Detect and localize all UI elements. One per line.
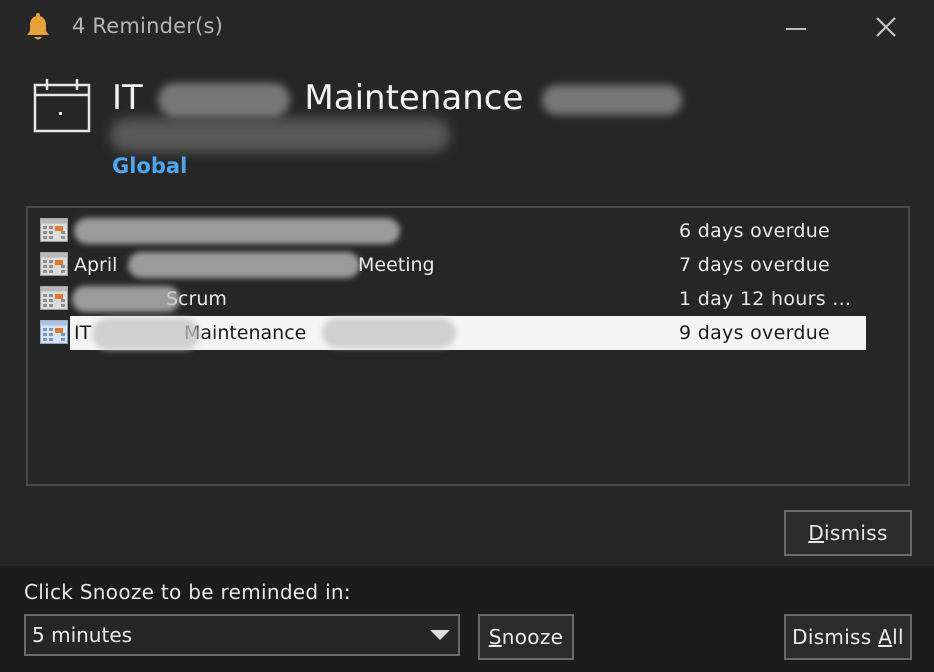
list-item[interactable]: 6 days overdue bbox=[38, 214, 864, 248]
calendar-icon bbox=[33, 79, 91, 133]
redacted-start-time bbox=[110, 118, 450, 152]
due-text: 6 days overdue bbox=[679, 220, 831, 242]
subject-prefix: April bbox=[74, 254, 118, 276]
snooze-button[interactable]: Snooze bbox=[478, 614, 574, 660]
reminder-location: Global bbox=[112, 154, 188, 178]
reminder-list[interactable]: 6 days overdue April Meeting 7 days over… bbox=[26, 206, 910, 486]
appointment-icon bbox=[40, 218, 68, 242]
list-item-selected[interactable]: IT Maintenance 9 days overdue bbox=[38, 316, 866, 350]
redacted-text bbox=[322, 318, 456, 348]
snooze-duration-select[interactable]: 5 minutes bbox=[24, 614, 460, 656]
dismiss-all-button[interactable]: Dismiss All bbox=[784, 614, 912, 660]
dismiss-mnemonic: D bbox=[808, 521, 825, 545]
close-icon bbox=[876, 17, 896, 37]
minimize-button[interactable] bbox=[772, 10, 820, 46]
redacted-text bbox=[72, 286, 180, 312]
appointment-icon bbox=[40, 286, 68, 310]
redacted-text bbox=[542, 84, 683, 115]
window-title: 4 Reminder(s) bbox=[72, 14, 224, 38]
redacted-text bbox=[128, 252, 360, 278]
snooze-mnemonic: S bbox=[488, 625, 502, 649]
title-bar[interactable]: 4 Reminder(s) bbox=[0, 0, 934, 56]
due-text: 9 days overdue bbox=[679, 322, 831, 344]
close-button[interactable] bbox=[862, 10, 910, 46]
subject-prefix: IT bbox=[112, 78, 143, 118]
due-text: 1 day 12 hours ... bbox=[679, 288, 852, 310]
chevron-down-icon[interactable] bbox=[430, 630, 450, 640]
dismiss-all-label-rest: ll bbox=[892, 625, 904, 649]
appointment-icon bbox=[40, 320, 68, 344]
bell-icon bbox=[27, 13, 49, 40]
subject-suffix: Meeting bbox=[358, 254, 435, 276]
dismiss-all-mnemonic: A bbox=[878, 625, 893, 649]
snooze-prompt: Click Snooze to be reminded in: bbox=[24, 580, 351, 604]
dismiss-button[interactable]: Dismiss bbox=[784, 510, 912, 556]
list-item[interactable]: April Meeting 7 days overdue bbox=[38, 248, 864, 282]
list-item[interactable]: Scrum 1 day 12 hours ... bbox=[38, 282, 864, 316]
subject-prefix: IT bbox=[74, 322, 92, 344]
dismiss-all-label-pre: Dismiss bbox=[792, 625, 879, 649]
redacted-text bbox=[92, 318, 200, 350]
redacted-text bbox=[74, 218, 400, 244]
dismiss-label: ismiss bbox=[824, 521, 888, 545]
due-text: 7 days overdue bbox=[679, 254, 831, 276]
appointment-icon bbox=[40, 252, 68, 276]
subject-suffix: Maintenance bbox=[184, 322, 307, 344]
reminder-window: 4 Reminder(s) IT Maintenance Global 6 da… bbox=[0, 0, 934, 672]
reminder-subject: IT Maintenance bbox=[112, 78, 683, 118]
snooze-panel: Click Snooze to be reminded in: 5 minute… bbox=[0, 566, 934, 672]
subject-suffix: Maintenance bbox=[304, 78, 524, 118]
snooze-label: nooze bbox=[501, 625, 564, 649]
snooze-duration-value: 5 minutes bbox=[32, 623, 133, 647]
redacted-text bbox=[157, 82, 290, 117]
